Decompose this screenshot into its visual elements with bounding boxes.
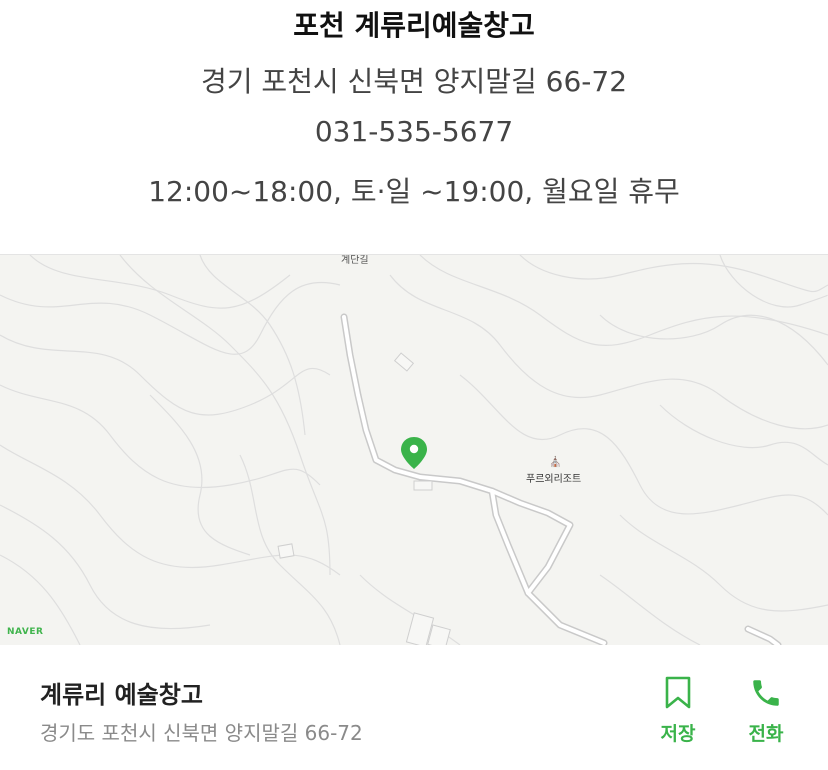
bookmark-icon	[648, 673, 708, 713]
call-button[interactable]: 전화	[736, 673, 796, 746]
map-label-resort: 푸르외리조트	[526, 474, 582, 485]
place-hours: 12:00~18:00, 토·일 ~19:00, 월요일 휴무	[148, 175, 680, 208]
place-phone[interactable]: 031-535-5677	[0, 115, 828, 148]
naver-logo: NAVER	[7, 627, 44, 637]
bottom-place-name[interactable]: 계류리 예술창고	[40, 675, 203, 710]
place-title: 포천 계류리예술창고	[293, 9, 535, 42]
call-label: 전화	[748, 723, 784, 745]
save-button[interactable]: 저장	[648, 673, 708, 746]
save-label: 저장	[660, 723, 696, 745]
place-info-header: 포천 계류리예술창고 경기 포천시 신북면 양지말길 66-72 031-535…	[0, 0, 828, 254]
phone-icon	[736, 673, 796, 713]
bottom-place-address: 경기도 포천시 신북면 양지말길 66-72	[40, 721, 363, 745]
resort-icon: ⛪	[549, 457, 562, 468]
location-pin-icon[interactable]	[400, 436, 428, 470]
map-label-top: 계단길	[341, 255, 369, 266]
place-address[interactable]: 경기 포천시 신북면 양지말길 66-72	[0, 60, 828, 100]
bottom-place-bar: 계류리 예술창고 경기도 포천시 신북면 양지말길 66-72 저장 전화	[0, 645, 828, 770]
map-view[interactable]: 계단길 ⛪ 푸르외리조트 NAVER	[0, 254, 828, 646]
